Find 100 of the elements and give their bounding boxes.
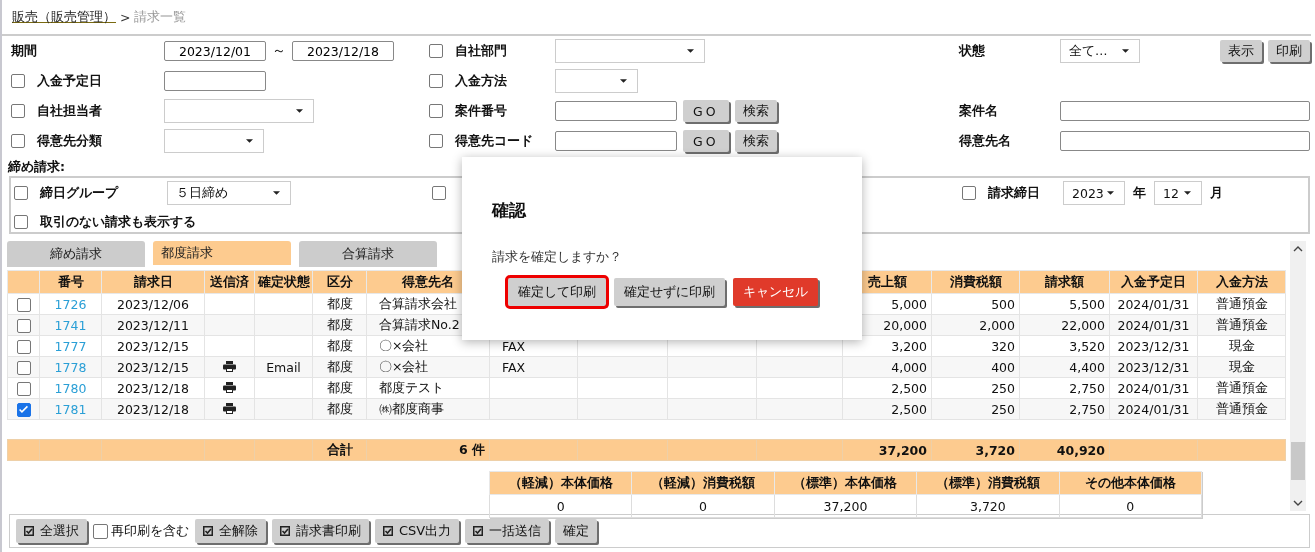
scroll-thumb[interactable] bbox=[1291, 442, 1305, 480]
table-cell: 〇×会社 bbox=[379, 358, 429, 374]
table-cell: 現金 bbox=[1228, 358, 1255, 374]
field-label: 得意先名 bbox=[959, 132, 1011, 150]
checkbox[interactable] bbox=[11, 74, 25, 88]
table-cell: 現金 bbox=[1228, 337, 1255, 353]
checkbox-label: 取引のない請求も表示する bbox=[40, 213, 196, 231]
toolbar-button[interactable]: CSV出力 bbox=[375, 519, 460, 543]
toolbar-button[interactable]: 全解除 bbox=[195, 519, 266, 543]
table-cell: 2023/12/31 bbox=[1117, 338, 1190, 354]
column-header: （標準）本体価格 bbox=[793, 474, 898, 490]
table-cell: ㈱都度商事 bbox=[379, 400, 444, 416]
caret-icon bbox=[296, 109, 303, 113]
row-checkbox[interactable] bbox=[16, 402, 31, 417]
table-cell: 0 bbox=[1126, 498, 1135, 514]
caret-icon bbox=[1184, 191, 1191, 195]
table-cell: 2,000 bbox=[979, 317, 1015, 333]
input-field[interactable] bbox=[1060, 101, 1310, 121]
search-button[interactable]: 検索 bbox=[734, 100, 777, 122]
date-field[interactable] bbox=[164, 71, 266, 91]
field-label: 案件番号 bbox=[455, 102, 507, 120]
column-header: 送信済 bbox=[210, 273, 249, 289]
checkbox[interactable] bbox=[14, 186, 28, 200]
table-cell: 普通預金 bbox=[1215, 295, 1268, 311]
caret-icon bbox=[1122, 49, 1129, 53]
tab[interactable]: 合算請求 bbox=[299, 241, 437, 267]
caret-icon bbox=[273, 191, 280, 195]
table-cell: 2023/12/15 bbox=[116, 338, 189, 354]
checkbox[interactable] bbox=[14, 215, 28, 229]
year-dropdown[interactable]: 2023 bbox=[1063, 181, 1125, 205]
column-header: その他本体価格 bbox=[1084, 474, 1176, 490]
column-header: 消費税額 bbox=[949, 273, 1002, 289]
caret-icon bbox=[687, 49, 694, 53]
row-checkbox[interactable] bbox=[16, 360, 31, 375]
input-field[interactable] bbox=[555, 101, 677, 121]
input-field[interactable] bbox=[555, 131, 677, 151]
breadcrumb-link[interactable]: 販売（販売管理） bbox=[12, 8, 116, 26]
tab[interactable]: 締め請求 bbox=[7, 241, 145, 267]
range-separator: ～ bbox=[272, 42, 286, 60]
date-field[interactable]: 2023/12/18 bbox=[292, 41, 394, 61]
checkbox[interactable] bbox=[962, 186, 976, 200]
action-button[interactable]: 表示 bbox=[1220, 40, 1262, 62]
scroll-up-icon[interactable] bbox=[1293, 246, 1303, 252]
column-header: 入金方法 bbox=[1215, 273, 1268, 289]
field-label: 得意先分類 bbox=[37, 132, 102, 150]
column-header: 入金予定日 bbox=[1121, 273, 1186, 289]
column-header: 請求額 bbox=[1045, 273, 1084, 289]
field-label: 期間 bbox=[11, 42, 37, 60]
table-cell: 2,500 bbox=[891, 380, 927, 396]
toolbar-button[interactable]: 確定 bbox=[555, 519, 598, 543]
column-header: 番号 bbox=[57, 273, 84, 289]
toolbar-button[interactable]: 請求書印刷 bbox=[272, 519, 369, 543]
scrollbar[interactable] bbox=[1290, 241, 1306, 511]
table-cell: 5,500 bbox=[1069, 296, 1105, 312]
action-button[interactable]: 印刷 bbox=[1268, 40, 1310, 62]
row-checkbox[interactable] bbox=[16, 339, 31, 354]
toolbar-button[interactable]: 全選択 bbox=[16, 519, 87, 543]
input-field[interactable] bbox=[1060, 131, 1310, 151]
table-cell: 5,000 bbox=[891, 296, 927, 312]
dialog-button[interactable]: 確定して印刷 bbox=[508, 278, 606, 306]
dropdown[interactable]: ５日締め bbox=[167, 181, 291, 205]
dialog-message: 請求を確定しますか？ bbox=[492, 248, 623, 266]
table-cell: 3,200 bbox=[891, 338, 927, 354]
table-cell: FAX bbox=[502, 338, 526, 354]
date-field[interactable]: 2023/12/01 bbox=[164, 41, 266, 61]
row-checkbox[interactable] bbox=[16, 381, 31, 396]
table-cell: 〇×会社 bbox=[379, 337, 429, 353]
checkbox[interactable] bbox=[429, 44, 443, 58]
checkbox[interactable] bbox=[432, 186, 446, 200]
field-label: 自社部門 bbox=[455, 42, 507, 60]
checkbox[interactable] bbox=[429, 104, 443, 118]
dropdown[interactable]: 全て… bbox=[1060, 39, 1140, 63]
column-header: （軽減）消費税額 bbox=[651, 474, 756, 490]
checkbox[interactable] bbox=[429, 134, 443, 148]
table-cell: 都度 bbox=[326, 337, 353, 353]
table-cell: 2,500 bbox=[891, 401, 927, 417]
checkbox[interactable] bbox=[11, 104, 25, 118]
breadcrumb-separator: > bbox=[120, 9, 131, 25]
tab[interactable]: 都度請求 bbox=[153, 241, 291, 265]
dialog-button[interactable]: 確定せずに印刷 bbox=[614, 278, 725, 306]
scroll-down-icon[interactable] bbox=[1293, 500, 1303, 506]
search-button[interactable]: GO bbox=[683, 130, 729, 152]
toolbar-button[interactable]: 一括送信 bbox=[465, 519, 550, 543]
total-value: 3,720 bbox=[975, 442, 1015, 458]
table-cell: 250 bbox=[991, 380, 1015, 396]
row-checkbox[interactable] bbox=[16, 297, 31, 312]
checkbox[interactable] bbox=[93, 523, 108, 539]
table-cell: 0 bbox=[556, 498, 565, 514]
search-button[interactable]: GO bbox=[683, 100, 729, 122]
search-button[interactable]: 検索 bbox=[734, 130, 777, 152]
table-cell: 都度 bbox=[326, 316, 353, 332]
row-checkbox[interactable] bbox=[16, 318, 31, 333]
total-value: 37,200 bbox=[878, 442, 927, 458]
table-cell: FAX bbox=[502, 359, 526, 375]
checkbox[interactable] bbox=[429, 74, 443, 88]
month-dropdown[interactable]: 12 bbox=[1154, 181, 1202, 205]
checkbox[interactable] bbox=[11, 134, 25, 148]
dialog-button[interactable]: キャンセル bbox=[733, 278, 818, 306]
dialog-title: 確認 bbox=[492, 199, 528, 222]
column-header: （標準）消費税額 bbox=[935, 474, 1040, 490]
